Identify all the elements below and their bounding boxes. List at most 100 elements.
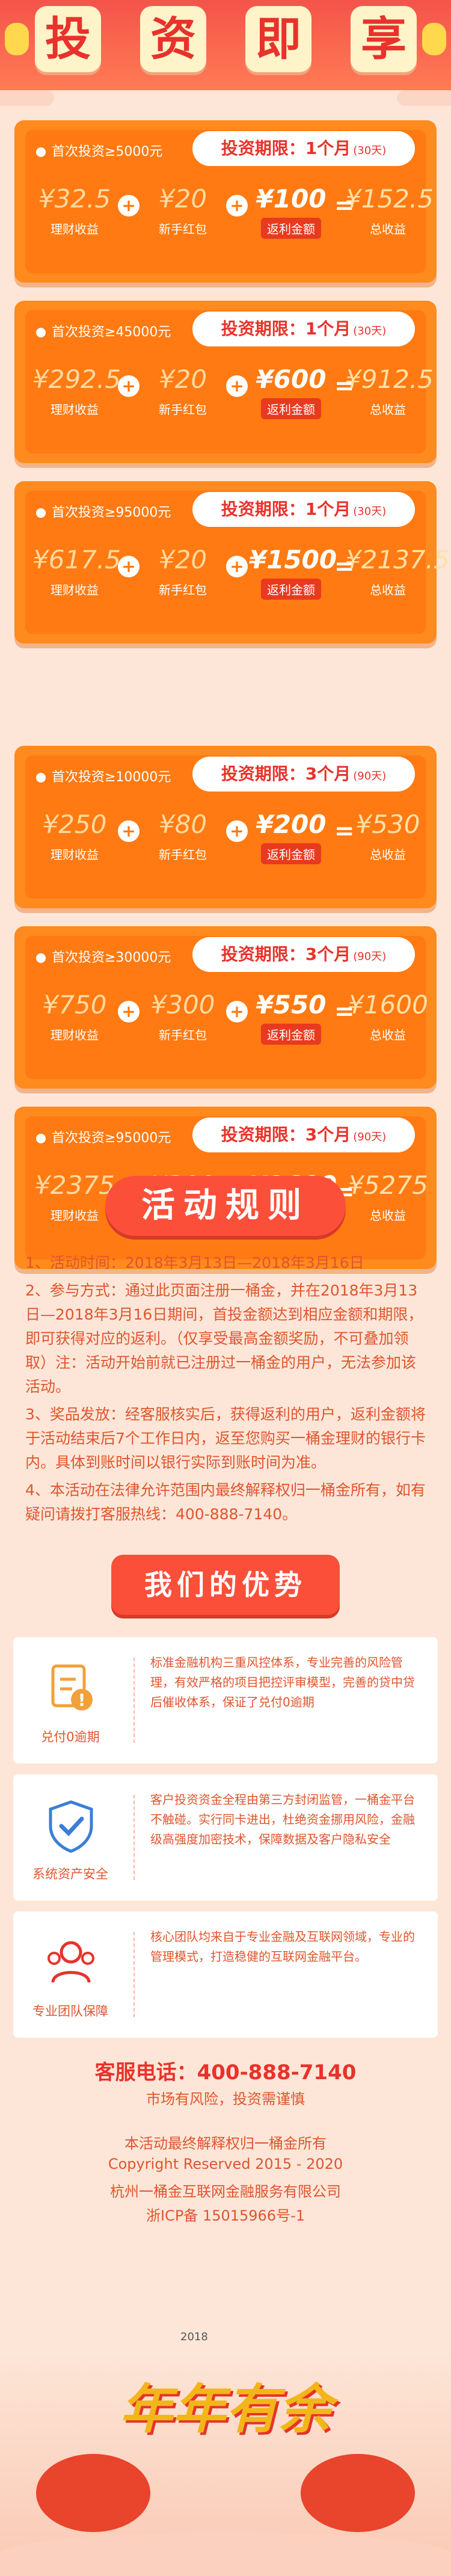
copyright: Copyright Reserved 2015 - 2020 (108, 2156, 343, 2172)
condition-text: 首次投资≥45000元 (52, 325, 171, 340)
total-item: ¥1600 总收益 (345, 986, 431, 1045)
rebate-value: ¥600 (256, 364, 327, 394)
company-name: 杭州一桶金互联网金融服务有限公司 (110, 2183, 341, 2200)
rebate-label: 返利金额 (261, 398, 321, 419)
interest-label: 理财收益 (51, 583, 99, 597)
advantage-desc: 客户投资资金全程由第三方封闭监管，一桶金平台不触碰。实行同卡进出，杜绝资金挪用风… (150, 1792, 415, 1846)
period-value: 3个月 (305, 944, 351, 964)
plus-icon: + (226, 1001, 248, 1022)
redpack-label: 新手红包 (159, 1028, 207, 1042)
plus-icon: + (118, 375, 140, 397)
rebate-item: ¥1500 返利金额 (249, 541, 337, 600)
redpack-item: ¥300 新手红包 (141, 986, 225, 1045)
total-item: ¥2137.5 总收益 (345, 541, 450, 600)
offer-condition: 首次投资≥95000元 (36, 1127, 171, 1146)
total-item: ¥530 总收益 (345, 806, 431, 864)
bullet-icon (36, 1134, 46, 1143)
koi-fish-icon (301, 2454, 415, 2532)
offer-condition: 首次投资≥30000元 (36, 947, 171, 966)
interest-value: ¥617.5 (32, 545, 121, 574)
title-char: 资 (140, 6, 206, 72)
bullet-icon (36, 508, 46, 518)
redpack-value: ¥300 (150, 990, 215, 1019)
slogan: 年年有余 (119, 2378, 331, 2440)
rebate-value: ¥550 (256, 990, 327, 1019)
total-label: 总收益 (370, 222, 406, 236)
period-pill: 投资期限：3个月 (90天) (192, 757, 415, 792)
offer-condition: 首次投资≥5000元 (36, 141, 162, 160)
bullet-icon (36, 147, 46, 157)
document-alert-icon: ! (51, 1664, 93, 1711)
period-pill: 投资期限：1个月 (30天) (192, 492, 415, 527)
total-item: ¥912.5 总收益 (345, 361, 434, 419)
offer-card: 首次投资≥95000元 投资期限：1个月 (30天) ¥617.5 理财收益 + ¥20 新手… (14, 481, 450, 644)
advantage-desc: 标准金融机构三重风控体系，专业完善的风险管理，有效严格的项目把控评审模型，完善的… (150, 1655, 415, 1709)
offer-card: 首次投资≥45000元 投资期限：1个月 (30天) ¥292.5 理财收益 + ¥20 新手… (14, 301, 437, 463)
period-days: (30天) (353, 505, 387, 518)
bullet-icon (36, 773, 46, 782)
period-days: (90天) (353, 1131, 387, 1143)
total-value: ¥530 (355, 810, 420, 839)
interest-label: 理财收益 (51, 847, 99, 862)
redpack-label: 新手红包 (159, 222, 207, 236)
formula-row: ¥617.5 理财收益 + ¥20 新手红包 + ¥1500 返利金额 = ¥2137.5 总收益 (32, 541, 450, 626)
formula-row: ¥750 理财收益 + ¥300 新手红包 + ¥550 返利金额 = ¥1600 总收益 (32, 986, 428, 1071)
advantage-desc: 核心团队均来自于专业金融及互联网领域，专业的管理模式，打造稳健的互联网金融平台。 (150, 1929, 415, 1964)
total-value: ¥912.5 (345, 364, 434, 394)
rebate-label: 返利金额 (261, 843, 321, 864)
interest-value: ¥32.5 (38, 184, 111, 214)
hotline[interactable]: 客服电话：400-888-7140 (0, 2056, 451, 2085)
condition-text: 首次投资≥10000元 (52, 770, 171, 785)
svg-text:!: ! (78, 1690, 86, 1710)
redpack-label: 新手红包 (159, 402, 207, 417)
total-label: 总收益 (370, 847, 406, 862)
title-char: 投 (35, 6, 101, 72)
total-value: ¥1600 (348, 990, 428, 1019)
redpack-value: ¥20 (158, 545, 207, 574)
risk-notice: 市场有风险，投资需谨慎 (146, 2091, 305, 2107)
condition-text: 首次投资≥5000元 (52, 144, 163, 159)
interest-item: ¥617.5 理财收益 (32, 541, 121, 600)
icp-number: 浙ICP备 15015966号-1 (146, 2207, 305, 2224)
plus-icon: + (118, 195, 140, 217)
total-label: 总收益 (370, 583, 406, 597)
rebate-value: ¥100 (256, 184, 327, 214)
formula-row: ¥250 理财收益 + ¥80 新手红包 + ¥200 返利金额 = ¥530 总收益 (32, 806, 420, 890)
cloud-decoration (0, 90, 54, 106)
interest-value: ¥250 (42, 810, 107, 839)
plus-icon: + (118, 1001, 140, 1022)
rule-item: 3、奖品发放：经客服核实后，获得返利的用户，返利金额将于活动结束后7个工作日内，… (25, 1406, 426, 1471)
period-value: 1个月 (305, 499, 351, 519)
condition-text: 首次投资≥30000元 (52, 950, 171, 965)
rules-list: 1、活动时间：2018年3月13日—2018年3月16日 2、参与方式：通过此页… (25, 1251, 426, 1530)
redpack-item: ¥20 新手红包 (141, 541, 225, 600)
rule-item: 2、参与方式：通过此页面注册一桶金，并在2018年3月13日—2018年3月16… (25, 1282, 423, 1395)
period-pill: 投资期限：1个月 (30天) (192, 131, 415, 166)
interest-label: 理财收益 (51, 222, 99, 236)
advantage-name: 兑付0逾期 (41, 1730, 100, 1744)
header-banner: 投 资 即 享 (0, 0, 451, 90)
rebate-label: 返利金额 (261, 1024, 321, 1045)
period-value: 1个月 (305, 319, 351, 339)
total-label: 总收益 (370, 1028, 406, 1042)
rule-item: 1、活动时间：2018年3月13日—2018年3月16日 (25, 1254, 364, 1271)
redpack-item: ¥80 新手红包 (141, 806, 225, 864)
period-label: 投资期限： (221, 319, 305, 339)
interest-label: 理财收益 (51, 1208, 99, 1223)
plus-icon: + (226, 375, 248, 397)
rules-title: 活动规则 (105, 1176, 346, 1236)
offer-card: 首次投资≥5000元 投资期限：1个月 (30天) ¥32.5 理财收益 + ¥20 新手红包… (14, 120, 437, 283)
formula-row: ¥32.5 理财收益 + ¥20 新手红包 + ¥100 返利金额 = ¥152.5 总收益 (32, 180, 434, 265)
condition-text: 首次投资≥95000元 (52, 505, 171, 520)
advantage-card: ! 兑付0逾期 标准金融机构三重风控体系，专业完善的风险管理，有效严格的项目把控… (13, 1637, 438, 1763)
interest-item: ¥750 理财收益 (32, 986, 117, 1045)
period-label: 投资期限： (221, 1125, 305, 1145)
interest-item: ¥2375 理财收益 (32, 1167, 117, 1225)
formula-row: ¥292.5 理财收益 + ¥20 新手红包 + ¥600 返利金额 = ¥912.5 总收益 (32, 361, 434, 445)
total-label: 总收益 (370, 1208, 406, 1223)
divider (133, 1795, 135, 1880)
redpack-item: ¥20 新手红包 (141, 180, 225, 239)
title-char: 即 (245, 6, 311, 72)
title-char: 享 (351, 6, 417, 72)
advantages-title: 我们的优势 (111, 1555, 340, 1615)
